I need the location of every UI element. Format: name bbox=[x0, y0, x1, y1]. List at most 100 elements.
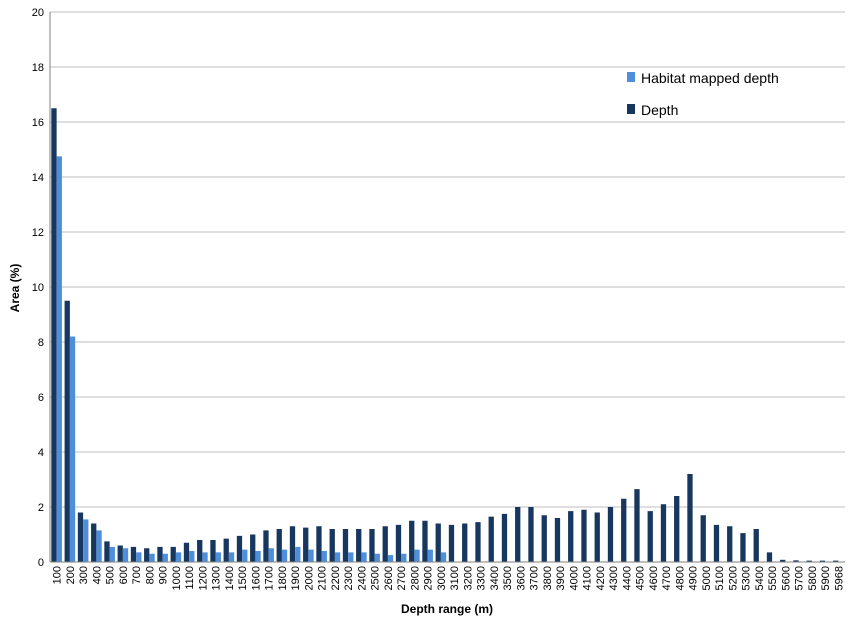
depth-area-bar-chart: 0 2 4 6 8 10 12 14 16 18 20 100 200 300 400 500 600 700 8… bbox=[8, 7, 845, 616]
x-tick-label: 4100 bbox=[582, 566, 594, 590]
bar-habitat-1600 bbox=[255, 551, 261, 562]
y-tick-label: 16 bbox=[32, 117, 44, 129]
bar-depth-4800 bbox=[674, 496, 680, 562]
bar-habitat-2200 bbox=[334, 552, 341, 562]
bar-depth-4500 bbox=[634, 489, 640, 562]
y-tick-label: 0 bbox=[38, 557, 44, 569]
bar-depth-3700 bbox=[528, 507, 534, 562]
bar-habitat-100 bbox=[56, 156, 62, 562]
bar-depth-4600 bbox=[647, 511, 653, 562]
x-tick-label: 2000 bbox=[303, 566, 315, 590]
bar-depth-3000 bbox=[435, 523, 441, 562]
x-tick-label: 5900 bbox=[820, 566, 832, 590]
x-tick-label: 3200 bbox=[462, 566, 474, 590]
y-tick-label: 14 bbox=[32, 172, 44, 184]
bar-depth-1300 bbox=[210, 540, 216, 562]
x-tick-label: 5000 bbox=[701, 566, 713, 590]
bar-habitat-300 bbox=[83, 519, 89, 562]
legend-swatch-depth bbox=[627, 104, 635, 114]
bar-habitat-900 bbox=[162, 553, 168, 562]
bar-habitat-2000 bbox=[308, 549, 314, 562]
bar-depth-500 bbox=[104, 541, 110, 562]
x-axis-title: Depth range (m) bbox=[401, 602, 493, 616]
x-tick-label: 2800 bbox=[409, 566, 421, 590]
x-tick-label: 4200 bbox=[595, 566, 607, 590]
x-tick-label: 4800 bbox=[674, 566, 686, 590]
x-tick-label: 2300 bbox=[343, 566, 355, 590]
x-tick-label: 4000 bbox=[568, 566, 580, 590]
x-tick-label: 4500 bbox=[635, 566, 647, 590]
bar-depth-100 bbox=[51, 108, 57, 562]
bar-habitat-1900 bbox=[295, 546, 301, 562]
bar-habitat-1500 bbox=[242, 549, 248, 562]
x-tick-label: 5300 bbox=[741, 566, 753, 590]
x-tick-label: 5800 bbox=[807, 566, 819, 590]
bar-habitat-2300 bbox=[348, 552, 354, 562]
x-tick-label: 3500 bbox=[502, 566, 514, 590]
bar-depth-200 bbox=[64, 300, 70, 562]
bar-depth-3200 bbox=[462, 523, 468, 562]
bar-depth-2900 bbox=[422, 520, 428, 562]
bar-habitat-1700 bbox=[268, 548, 274, 562]
bar-depth-4200 bbox=[594, 512, 600, 562]
x-tick-label: 2600 bbox=[383, 566, 395, 590]
x-tick-label: 2200 bbox=[330, 566, 342, 590]
x-tick-label: 5400 bbox=[754, 566, 766, 590]
x-tick-label: 1400 bbox=[224, 566, 236, 590]
x-tick-label: 1500 bbox=[237, 566, 249, 590]
bar-depth-800 bbox=[144, 548, 150, 562]
y-tick-label: 8 bbox=[38, 337, 44, 349]
bar-habitat-2800 bbox=[414, 549, 420, 562]
y-tick-label: 20 bbox=[32, 7, 44, 19]
x-tick-label: 400 bbox=[91, 566, 103, 584]
y-tick-label: 10 bbox=[32, 282, 44, 294]
x-tick-label: 1000 bbox=[171, 566, 183, 590]
legend-label-habitat: Habitat mapped depth bbox=[641, 70, 779, 86]
bar-depth-2300 bbox=[342, 529, 349, 562]
bar-depth-1600 bbox=[250, 534, 256, 562]
x-tick-label: 3000 bbox=[436, 566, 448, 590]
bar-depth-3100 bbox=[448, 524, 455, 562]
bar-depth-5100 bbox=[713, 524, 720, 562]
x-tick-label: 1100 bbox=[184, 566, 196, 590]
x-tick-label: 3100 bbox=[449, 566, 461, 590]
bar-depth-2100 bbox=[316, 526, 322, 562]
bar-depth-3300 bbox=[475, 522, 481, 562]
bar-depth-2000 bbox=[303, 527, 309, 562]
x-tick-label: 300 bbox=[78, 566, 90, 584]
bar-depth-3900 bbox=[554, 518, 561, 562]
x-tick-label: 200 bbox=[65, 566, 77, 584]
x-tick-label: 5200 bbox=[727, 566, 739, 590]
bar-habitat-800 bbox=[149, 553, 155, 562]
bar-depth-1100 bbox=[183, 542, 190, 562]
y-axis-title: Area (%) bbox=[8, 264, 22, 313]
x-tick-label: 4700 bbox=[661, 566, 673, 590]
bar-habitat-2700 bbox=[401, 553, 407, 562]
bars bbox=[51, 108, 839, 562]
x-tick-label: 100 bbox=[52, 566, 64, 584]
x-tick-label: 3400 bbox=[489, 566, 501, 590]
x-tick-label: 1200 bbox=[197, 566, 209, 590]
bar-depth-2700 bbox=[395, 524, 402, 562]
legend: Habitat mapped depth Depth bbox=[627, 70, 779, 118]
bar-depth-2500 bbox=[369, 529, 375, 562]
bar-depth-1000 bbox=[170, 546, 176, 562]
bar-depth-4400 bbox=[621, 498, 627, 562]
x-tick-label: 2700 bbox=[396, 566, 408, 590]
x-tick-label: 1700 bbox=[264, 566, 276, 590]
bar-habitat-1000 bbox=[175, 552, 182, 562]
bar-depth-1700 bbox=[263, 530, 269, 562]
bar-depth-3500 bbox=[501, 513, 508, 562]
bar-depth-5000 bbox=[700, 515, 706, 562]
bar-habitat-1800 bbox=[281, 549, 288, 562]
x-tick-label: 800 bbox=[144, 566, 156, 584]
x-tick-label: 5500 bbox=[767, 566, 779, 590]
x-tick-label: 4400 bbox=[621, 566, 633, 590]
x-tick-label: 1900 bbox=[290, 566, 302, 590]
bar-habitat-200 bbox=[69, 336, 76, 562]
bar-habitat-1100 bbox=[189, 551, 195, 562]
bar-depth-5200 bbox=[727, 526, 733, 562]
bar-habitat-600 bbox=[122, 548, 129, 562]
bar-depth-1400 bbox=[223, 538, 229, 562]
x-tick-label: 2400 bbox=[356, 566, 368, 590]
